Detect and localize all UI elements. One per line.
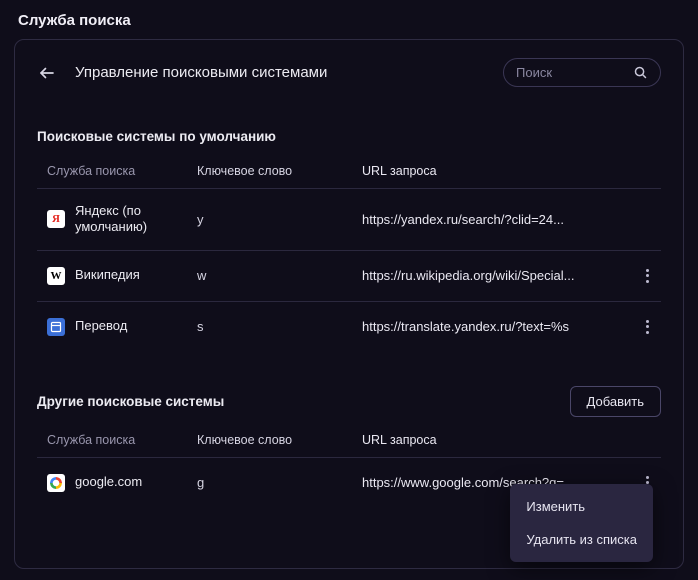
- back-arrow-icon[interactable]: [37, 63, 57, 83]
- engine-name: Википедия: [75, 267, 140, 283]
- engine-row: Я Яндекс (по умолчанию) y https://yandex…: [37, 188, 661, 250]
- engine-name: Яндекс (по умолчанию): [75, 203, 197, 236]
- wikipedia-icon: W: [47, 267, 65, 285]
- default-section-title: Поисковые системы по умолчанию: [37, 129, 661, 144]
- settings-panel: Управление поисковыми системами Поисковы…: [14, 39, 684, 569]
- engine-url: https://ru.wikipedia.org/wiki/Special...: [362, 268, 633, 283]
- col-header-name: Служба поиска: [37, 164, 197, 178]
- context-menu-edit[interactable]: Изменить: [510, 490, 653, 523]
- page-title: Служба поиска: [0, 0, 698, 39]
- engine-keyword: y: [197, 212, 362, 227]
- other-section-title: Другие поисковые системы: [37, 394, 224, 409]
- engine-row: W Википедия w https://ru.wikipedia.org/w…: [37, 250, 661, 301]
- engine-name: google.com: [75, 474, 142, 490]
- panel-title: Управление поисковыми системами: [75, 64, 485, 81]
- context-menu-delete[interactable]: Удалить из списка: [510, 523, 653, 556]
- search-icon: [633, 65, 648, 80]
- search-box[interactable]: [503, 58, 661, 87]
- search-input[interactable]: [516, 65, 627, 80]
- engine-url: https://yandex.ru/search/?clid=24...: [362, 212, 633, 227]
- engine-name: Перевод: [75, 318, 127, 334]
- table-header: Служба поиска Ключевое слово URL запроса: [37, 158, 661, 188]
- kebab-menu-icon[interactable]: [642, 265, 653, 287]
- table-header: Служба поиска Ключевое слово URL запроса: [37, 427, 661, 457]
- col-header-keyword: Ключевое слово: [197, 164, 362, 178]
- google-icon: [47, 474, 65, 492]
- engine-row: Перевод s https://translate.yandex.ru/?t…: [37, 301, 661, 352]
- translate-icon: [47, 318, 65, 336]
- yandex-icon: Я: [47, 210, 65, 228]
- panel-header: Управление поисковыми системами: [37, 58, 661, 87]
- col-header-keyword: Ключевое слово: [197, 433, 362, 447]
- kebab-menu-icon[interactable]: [642, 316, 653, 338]
- context-menu: Изменить Удалить из списка: [510, 484, 653, 562]
- engine-keyword: g: [197, 475, 362, 490]
- add-engine-button[interactable]: Добавить: [570, 386, 661, 417]
- engine-keyword: w: [197, 268, 362, 283]
- engine-keyword: s: [197, 319, 362, 334]
- col-header-name: Служба поиска: [37, 433, 197, 447]
- col-header-url: URL запроса: [362, 433, 633, 447]
- engine-url: https://translate.yandex.ru/?text=%s: [362, 319, 633, 334]
- col-header-url: URL запроса: [362, 164, 633, 178]
